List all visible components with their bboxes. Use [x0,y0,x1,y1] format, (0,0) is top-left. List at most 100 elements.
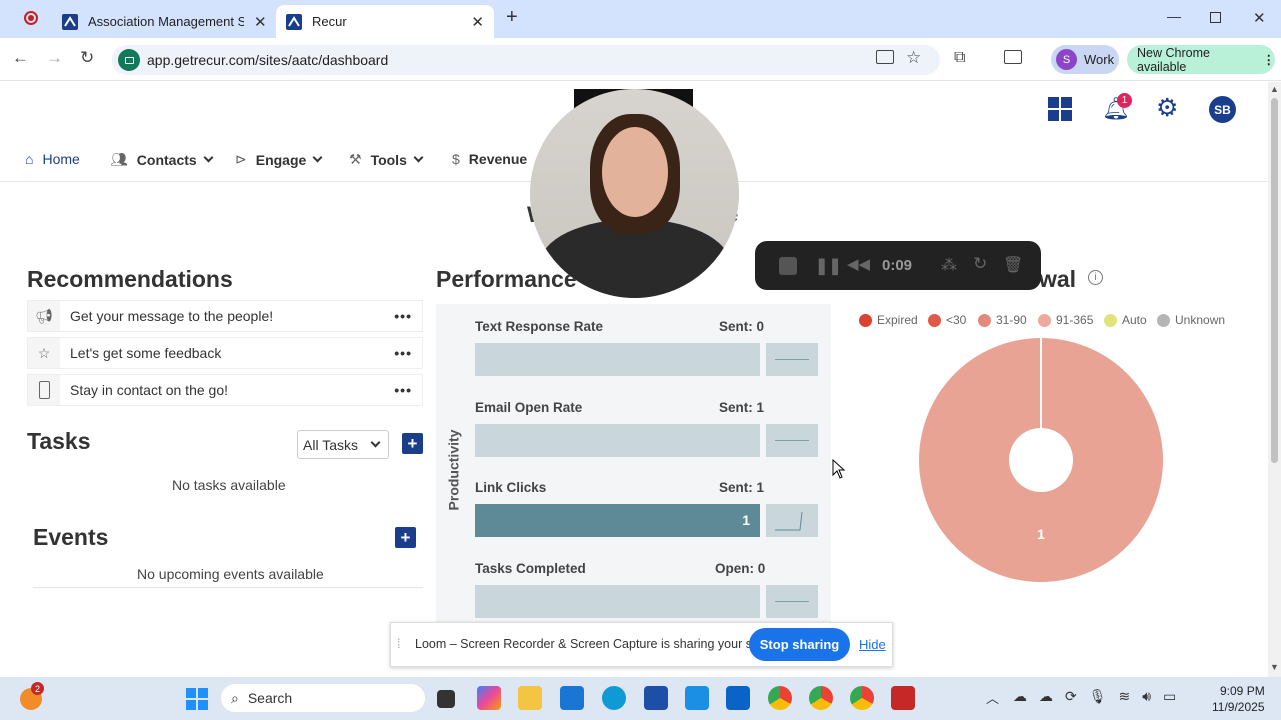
tray-icons: ☁☁⟳🎙︎≋🔊︎▭ [1013,688,1189,704]
donut-value-label: 1 [1037,526,1045,542]
recommendation-item[interactable]: 📢︎ Get your message to the people! ••• [27,300,423,332]
perf-bar [475,343,760,376]
clock-time[interactable]: 9:09 PM [1220,684,1265,698]
clock-date[interactable]: 11/9/2025 [1212,700,1265,714]
pause-icon[interactable]: ❚❚ [815,256,842,276]
close-tab-icon[interactable]: ✕ [471,13,484,31]
tasks-empty-text: No tasks available [172,477,286,493]
webcam-bubble[interactable] [530,89,739,298]
tasks-filter-value: All Tasks [303,436,358,453]
trash-icon[interactable]: 🗑︎ [1003,255,1023,275]
tasks-filter-select[interactable]: All Tasks [297,430,389,459]
store-icon[interactable] [560,686,584,710]
page-scrollbar[interactable]: ▲ ▼ [1268,82,1281,677]
minimize-icon[interactable]: — [1167,8,1181,24]
cast-icon[interactable] [1004,50,1022,64]
more-options-icon[interactable]: ••• [394,308,412,324]
extensions-icon[interactable]: ⧉ [954,49,965,67]
reload-icon[interactable]: ↻ [80,48,94,68]
close-tab-icon[interactable]: ✕ [254,13,267,31]
nav-label: Engage [255,151,307,168]
recommendation-item[interactable]: ☆ Let's get some feedback ••• [27,337,423,369]
chevron-down-icon [370,437,381,448]
divider [33,587,423,588]
file-explorer-icon[interactable] [518,686,542,710]
forward-icon[interactable]: → [46,48,63,68]
record-indicator-icon[interactable] [24,11,38,25]
nav-label: Tools [370,151,407,168]
chrome-icon[interactable] [768,686,792,710]
revenue-icon: $ [452,151,460,167]
legend-label: Expired [877,313,918,327]
scroll-up-icon[interactable]: ▲ [1270,84,1279,94]
shield-app-icon[interactable] [891,686,915,710]
legend-91-365: 91-365 [1038,313,1093,327]
user-avatar[interactable]: SB [1209,96,1236,123]
bookmark-star-icon[interactable]: ☆ [906,48,921,68]
tools-icon: ⚒ [349,151,362,167]
perf-bar: 1 [475,504,760,537]
recommendation-label: Let's get some feedback [70,345,222,361]
url-text[interactable]: app.getrecur.com/sites/aatc/dashboard [147,52,388,68]
add-event-button[interactable]: + [395,527,416,548]
stop-record-icon[interactable] [779,257,797,275]
nav-revenue[interactable]: $ Revenue [452,151,527,167]
recommendation-item[interactable]: Stay in contact on the go! ••• [27,374,423,406]
restart-icon[interactable]: ↻ [973,254,987,274]
update-chrome-button[interactable]: New Chrome available ⋮ [1127,45,1275,74]
legend-lt30: <30 [928,313,966,327]
recommendation-label: Get your message to the people! [70,308,274,324]
loom-camera-icon[interactable] [118,49,140,71]
install-app-icon[interactable] [876,50,894,64]
scroll-thumb[interactable] [1271,98,1278,463]
chrome-profile-2-icon[interactable] [850,686,874,710]
perf-label: Text Response Rate [475,319,604,334]
more-options-icon[interactable]: ••• [394,382,412,398]
kebab-menu-icon[interactable]: ⋮ [1263,52,1276,67]
nav-home[interactable]: ⌂ Home [25,151,80,167]
chrome-profile-icon[interactable] [809,686,833,710]
back-icon[interactable]: ← [12,48,29,68]
show-hidden-icons[interactable]: ︿ [986,688,999,707]
nav-engage[interactable]: ⊳ Engage [235,151,323,168]
legend-dot [859,313,872,327]
more-options-icon[interactable]: ••• [394,345,412,361]
perf-label: Link Clicks [475,480,547,495]
rewind-icon[interactable]: ◀◀ [847,255,870,273]
settings-gear-icon[interactable]: ⚙ [1156,93,1178,123]
add-task-button[interactable]: + [402,433,423,454]
draw-icon[interactable]: ⁂ [941,255,957,275]
copilot-icon[interactable] [477,686,501,710]
legend-dot [1038,313,1051,327]
word-icon[interactable] [644,686,668,710]
widgets-badge: 2 [31,682,44,695]
windows-start-icon[interactable] [186,688,208,710]
renewal-title: wal [1039,266,1077,292]
restore-icon[interactable] [1210,12,1221,23]
tab-recur[interactable]: Recur ✕ [276,5,494,38]
nav-tools[interactable]: ⚒ Tools [349,151,424,168]
hide-link[interactable]: Hide [859,637,886,652]
task-view-icon[interactable] [437,690,455,708]
recommendation-label: Stay in contact on the go! [70,382,228,398]
perf-stat: Sent: 1 [719,400,765,415]
perf-sparkline [766,585,818,618]
edge-icon[interactable] [602,686,626,710]
renewal-donut-chart[interactable]: 1 [918,337,1164,583]
scroll-down-icon[interactable]: ▼ [1270,662,1279,672]
drag-handle-icon[interactable]: ⁞ [397,636,401,651]
new-tab-icon[interactable]: + [506,6,518,29]
stop-sharing-button[interactable]: Stop sharing [749,628,850,661]
events-empty-text: No upcoming events available [137,566,324,582]
profile-button[interactable]: S Work [1051,45,1119,74]
outlook-icon[interactable] [726,686,750,710]
apps-grid-icon[interactable] [1048,97,1072,121]
perf-sparkline [766,424,818,457]
perf-sparkline [766,504,818,537]
app-icon[interactable] [685,686,709,710]
taskbar-search-box[interactable]: ⌕ Search [221,684,425,712]
nav-contacts[interactable]: 👥︎ Contacts [110,151,214,168]
tab-association[interactable]: Association Management Softw ✕ [52,5,278,38]
close-window-icon[interactable]: ✕ [1253,9,1266,27]
info-icon[interactable]: i [1088,270,1103,285]
